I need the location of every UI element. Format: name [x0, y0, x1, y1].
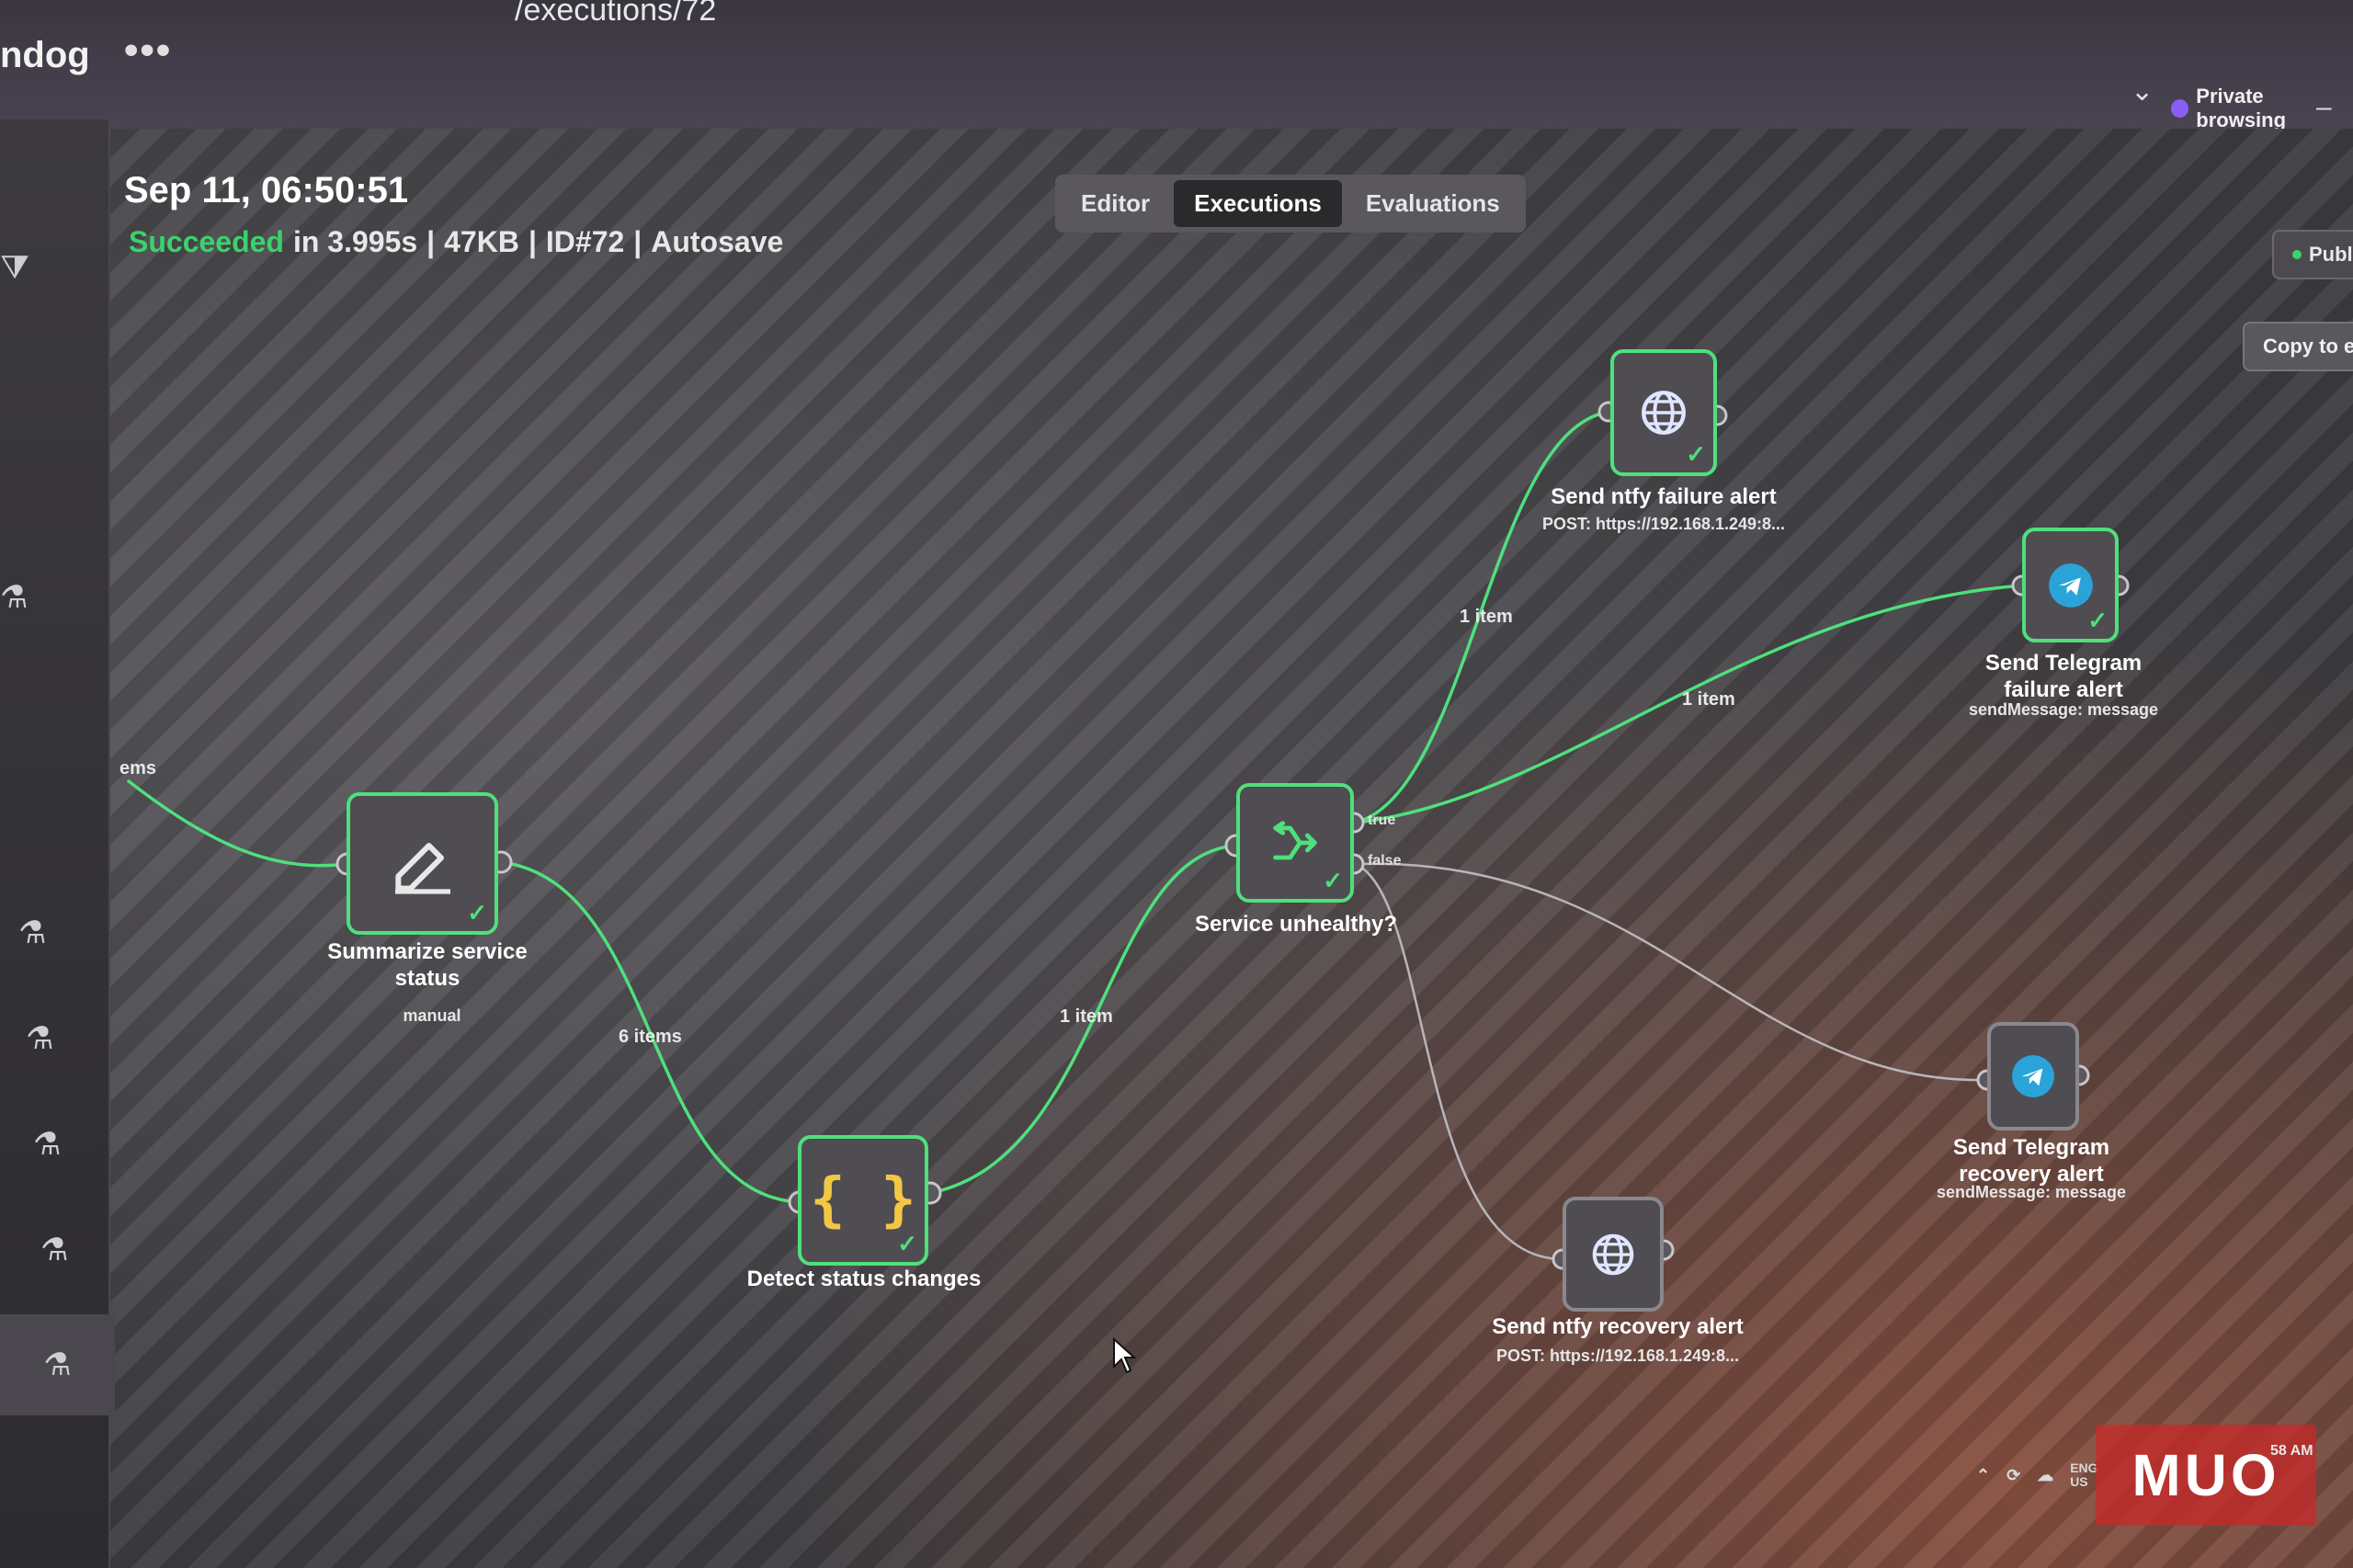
branch-label-true: true — [1368, 812, 1396, 828]
node-send-ntfy-recovery-alert[interactable] — [1563, 1197, 1664, 1312]
node-subtitle: manual — [403, 1006, 461, 1025]
node-subtitle: sendMessage: message — [1936, 1183, 2127, 1201]
cloud-icon[interactable]: ☁ — [2037, 1466, 2053, 1485]
node-send-telegram-recovery-alert[interactable] — [1987, 1022, 2079, 1131]
success-check-icon: ✓ — [897, 1230, 917, 1257]
muo-watermark-logo: MUO — [2096, 1425, 2316, 1526]
edge-label-true-ntfy: 1 item — [1460, 607, 1513, 627]
node-send-ntfy-failure-alert[interactable]: ✓ — [1610, 349, 1717, 476]
edge-label-detect-service: 1 item — [1060, 1006, 1113, 1027]
telegram-icon — [2012, 1055, 2054, 1097]
node-label: Detect status changes — [746, 1267, 982, 1291]
node-label: Summarize service status — [327, 939, 528, 991]
node-label: Service unhealthy? — [1194, 912, 1398, 937]
connections-layer — [127, 401, 2130, 1270]
telegram-icon — [2048, 562, 2093, 608]
system-tray: ⌃ ⟳ ☁ ENG US — [1976, 1460, 2098, 1490]
region-code: US — [2070, 1474, 2088, 1490]
edge-label-true-telegram: 1 item — [1682, 689, 1735, 710]
node-summarize-service-status[interactable]: ✓ — [347, 792, 498, 935]
node-label: Send ntfy failure alert — [1551, 484, 1777, 509]
mouse-cursor-icon — [1113, 1337, 1137, 1374]
globe-icon — [1642, 391, 1686, 435]
success-check-icon: ✓ — [2087, 607, 2108, 634]
language-code: ENG — [2070, 1460, 2098, 1475]
node-detect-status-changes[interactable]: { } ✓ — [798, 1135, 928, 1266]
node-subtitle: sendMessage: message — [1968, 700, 2159, 719]
edge-label-incoming: ems — [119, 758, 157, 778]
branch-label-false: false — [1368, 853, 1402, 869]
tray-clock: 58 AM — [2270, 1443, 2313, 1459]
node-label: Send ntfy recovery alert — [1492, 1314, 1744, 1339]
node-send-telegram-failure-alert[interactable]: ✓ — [2022, 528, 2119, 642]
if-branch-icon — [1273, 821, 1317, 860]
node-subtitle: POST: https://192.168.1.249:8... — [1495, 1346, 1740, 1365]
success-check-icon: ✓ — [1323, 867, 1343, 894]
language-indicator[interactable]: ENG US — [2070, 1460, 2098, 1490]
edge-label-summarize-detect: 6 items — [619, 1027, 682, 1047]
code-icon: { } — [810, 1166, 916, 1234]
edge-false-telegram-recovery — [1354, 862, 1989, 1082]
success-check-icon: ✓ — [467, 899, 487, 926]
node-subtitle: POST: https://192.168.1.249:8... — [1541, 515, 1786, 533]
edit-icon — [394, 842, 450, 894]
node-label: Send Telegram recovery alert — [1952, 1135, 2110, 1187]
success-check-icon: ✓ — [1686, 440, 1706, 468]
node-service-unhealthy[interactable]: ✓ — [1236, 783, 1354, 903]
chevron-up-icon[interactable]: ⌃ — [1976, 1466, 1990, 1485]
edge-incoming — [127, 779, 349, 868]
node-label: Send Telegram failure alert — [1984, 651, 2143, 702]
sync-icon[interactable]: ⟳ — [2006, 1466, 2020, 1485]
globe-icon — [1592, 1233, 1634, 1275]
